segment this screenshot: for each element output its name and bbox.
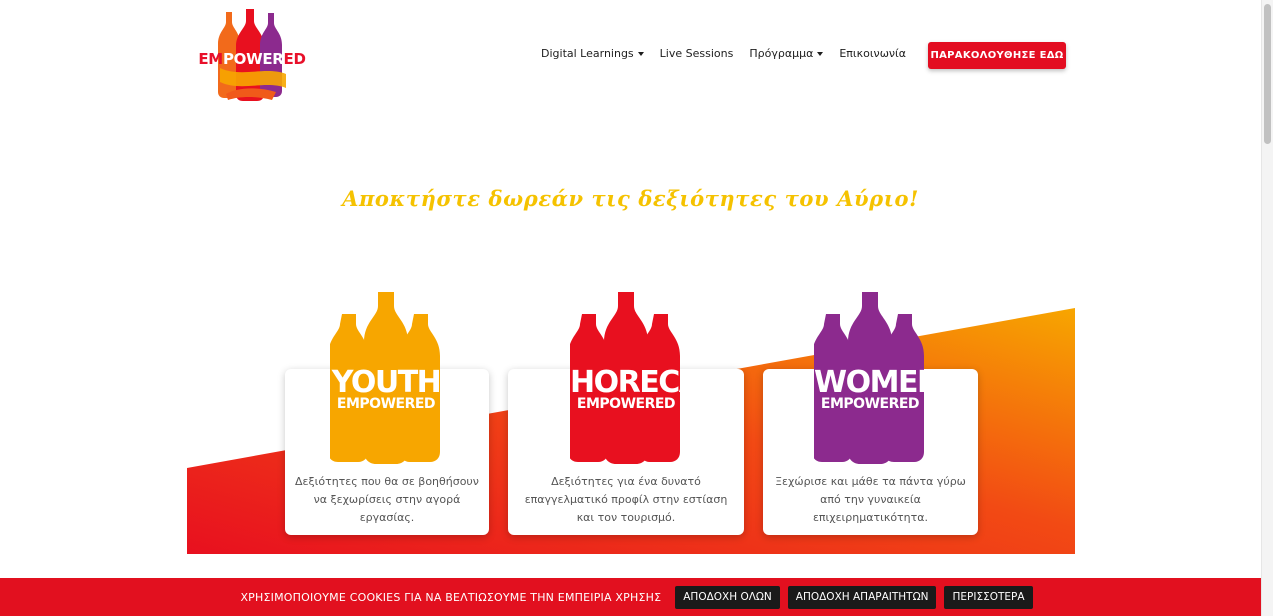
cookie-message: ΧΡΗΣΙΜΟΠΟΙΟΥΜΕ COOKIES ΓΙΑ ΝΑ ΒΕΛΤΙΩΣΟΥΜ… [240, 590, 662, 604]
logo-wordmark: EMPOWERED [196, 50, 308, 68]
logo-part-power: POWER [222, 50, 284, 68]
youth-card-description: Δεξιότητες που θα σε βοηθήσουν να ξεχωρί… [295, 475, 479, 524]
cookie-banner: ΧΡΗΣΙΜΟΠΟΙΟΥΜΕ COOKIES ΓΙΑ ΝΑ ΒΕΛΤΙΩΣΟΥΜ… [0, 578, 1273, 616]
brand-bottom: EMPOWERED [336, 396, 436, 412]
brand-text: HORECA EMPOWERED [570, 365, 702, 412]
brand-top: YOUTH [331, 365, 442, 400]
logo-part-em: EM [198, 50, 223, 68]
logo-part-ed: ED [283, 50, 306, 68]
brand-bottom: EMPOWERED [820, 396, 920, 412]
women-card-description: Ξεχώρισε και μάθε τα πάντα γύρω από την … [775, 475, 966, 524]
brand-text: YOUTH EMPOWERED [330, 365, 442, 412]
chevron-down-icon [637, 52, 644, 56]
nav-item-live-sessions[interactable]: Live Sessions [660, 47, 734, 60]
page-scrollbar[interactable] [1261, 0, 1273, 616]
nav-item-programma[interactable]: Πρόγραμμα [749, 47, 824, 60]
nav-label: Πρόγραμμα [749, 47, 814, 60]
page: EMPOWERED Digital Learnings Live Session… [0, 0, 1273, 616]
brand-bottom: EMPOWERED [576, 396, 676, 412]
brand-top: WOMEN [814, 365, 942, 400]
nav-item-digital-learnings[interactable]: Digital Learnings [541, 47, 644, 60]
youth-empowered-logo: YOUTH EMPOWERED [328, 292, 442, 464]
nav-item-contact[interactable]: Επικοινωνία [839, 47, 906, 60]
main-nav: Digital Learnings Live Sessions Πρόγραμμ… [541, 47, 906, 60]
scrollbar-thumb[interactable] [1264, 4, 1271, 144]
horeca-empowered-logo: HORECA EMPOWERED [568, 292, 702, 464]
page-headline: Αποκτήστε δωρεάν τις δεξιότητες του Αύρι… [342, 186, 919, 211]
nav-label: Live Sessions [659, 47, 734, 60]
accept-all-cookies-button[interactable]: ΑΠΟΔΟΧΗ ΟΛΩΝ [675, 585, 780, 609]
chevron-down-icon [817, 52, 824, 56]
nav-label: Επικοινωνία [839, 47, 907, 60]
brand-top: HORECA [570, 365, 702, 400]
women-empowered-logo: WOMEN EMPOWERED [812, 292, 942, 464]
more-cookies-button[interactable]: ΠΕΡΙΣΣΟΤΕΡΑ [944, 585, 1033, 609]
nav-label: Digital Learnings [541, 47, 634, 60]
accept-necessary-cookies-button[interactable]: ΑΠΟΔΟΧΗ ΑΠΑΡΑΙΤΗΤΩΝ [787, 585, 937, 609]
empowered-logo[interactable]: EMPOWERED [196, 8, 308, 104]
horeca-card-description: Δεξιότητες για ένα δυνατό επαγγελματικό … [524, 475, 728, 524]
watch-here-button[interactable]: ΠΑΡΑΚΟΛΟΥΘΗΣΕ ΕΔΩ [928, 42, 1066, 69]
brand-text: WOMEN EMPOWERED [814, 365, 942, 412]
